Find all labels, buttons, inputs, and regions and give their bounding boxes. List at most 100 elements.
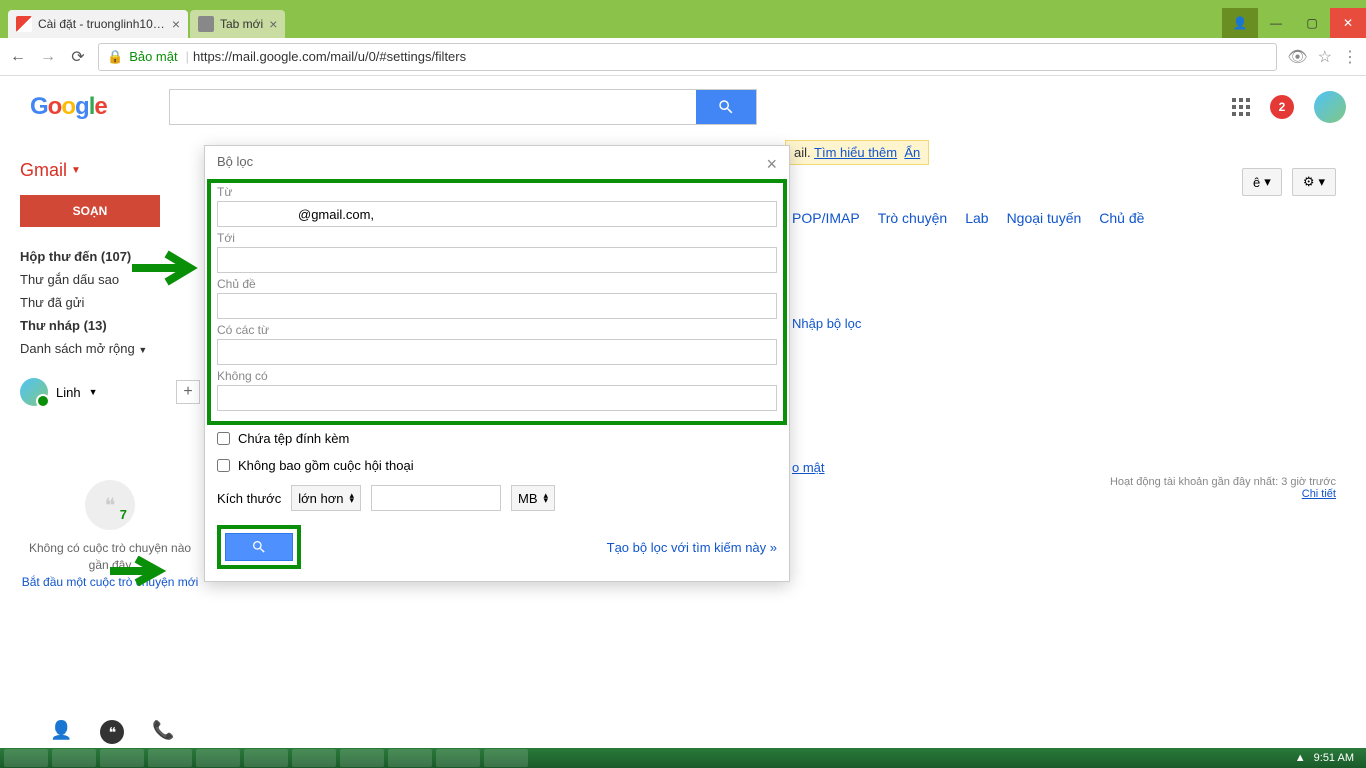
google-logo[interactable]: Google (30, 93, 107, 121)
filter-title: Bộ lọc (217, 154, 253, 175)
gmail-header: Google 2 (0, 76, 1366, 138)
chevron-down-icon: ▼ (138, 345, 147, 355)
filter-fields-highlight: Từ Tới Chủ đề Có các từ Không có (207, 179, 787, 425)
tab-offline[interactable]: Ngoại tuyến (1007, 210, 1082, 226)
learn-more-link[interactable]: Tìm hiểu thêm (814, 145, 897, 160)
url-input[interactable]: 🔒 Bảo mật | https://mail.google.com/mail… (98, 43, 1277, 71)
from-input[interactable] (217, 201, 777, 227)
menu-icon[interactable]: ⋮ (1342, 47, 1358, 67)
person-icon[interactable]: 👤 (50, 720, 72, 744)
settings-tabs: POP/IMAP Trò chuyện Lab Ngoại tuyến Chủ … (792, 210, 1144, 226)
size-value-input[interactable] (371, 485, 501, 511)
notification-badge[interactable]: 2 (1270, 95, 1294, 119)
close-icon[interactable]: × (172, 17, 180, 31)
annotation-arrow-icon (132, 250, 202, 286)
minimize-button[interactable]: — (1258, 8, 1294, 38)
taskbar-app-icon[interactable] (292, 749, 336, 767)
blank-favicon-icon (198, 16, 214, 32)
size-operator-select[interactable]: lớn hơn▴▾ (291, 485, 361, 511)
stepper-icon: ▴▾ (349, 493, 354, 504)
taskbar-app-icon[interactable] (388, 749, 432, 767)
hangouts-nav-icon[interactable]: ❝ (100, 720, 124, 744)
tab-lab[interactable]: Lab (965, 210, 988, 226)
address-bar: ← → ⟳ 🔒 Bảo mật | https://mail.google.co… (0, 38, 1366, 76)
subject-label: Chủ đề (217, 277, 777, 291)
tab-title: Cài đặt - truonglinh1092 (38, 17, 166, 31)
taskbar-app-icon[interactable] (100, 749, 144, 767)
exclude-chats-label: Không bao gồm cuộc hội thoại (238, 458, 414, 473)
filter-search-button[interactable] (225, 533, 293, 561)
taskbar-app-icon[interactable] (340, 749, 384, 767)
clock[interactable]: 9:51 AM (1314, 752, 1354, 764)
star-icon[interactable]: ☆ (1318, 47, 1332, 67)
taskbar: ▲ 9:51 AM (0, 748, 1366, 768)
partial-link[interactable]: o mật (792, 460, 825, 475)
search-input[interactable] (170, 90, 696, 124)
exclude-chats-checkbox[interactable] (217, 459, 230, 472)
tab-themes[interactable]: Chủ đề (1099, 210, 1144, 226)
reload-button[interactable]: ⟳ (68, 47, 88, 67)
eye-icon[interactable]: 👁 (1287, 47, 1307, 67)
language-button[interactable]: ê▾ (1242, 168, 1282, 196)
info-banner: ail. Tìm hiểu thêm Ẩn (785, 140, 929, 165)
chat-username[interactable]: Linh (56, 385, 81, 400)
sidebar-item-drafts[interactable]: Thư nháp (13) (20, 314, 200, 337)
taskbar-app-icon[interactable] (196, 749, 240, 767)
close-icon[interactable]: × (766, 154, 777, 175)
taskbar-app-icon[interactable] (244, 749, 288, 767)
start-button[interactable] (4, 749, 48, 767)
back-button[interactable]: ← (8, 47, 28, 67)
browser-tab-strip: Cài đặt - truonglinh1092 × Tab mới × 👤 —… (0, 8, 1366, 38)
create-filter-link[interactable]: Tạo bộ lọc với tìm kiếm này » (607, 540, 777, 555)
sidebar-item-sent[interactable]: Thư đã gửi (20, 291, 200, 314)
account-activity: Hoạt động tài khoản gần đây nhất: 3 giờ … (1110, 476, 1336, 500)
gmail-dropdown[interactable]: Gmail▼ (20, 160, 200, 181)
filter-dialog: Bộ lọc × Từ Tới Chủ đề Có các từ Không c… (204, 145, 790, 582)
close-icon[interactable]: × (269, 17, 277, 31)
chat-avatar[interactable] (20, 378, 48, 406)
browser-tab[interactable]: Cài đặt - truonglinh1092 × (8, 10, 188, 38)
tray-icon[interactable]: ▲ (1295, 752, 1306, 764)
phone-icon[interactable]: 📞 (152, 720, 174, 744)
browser-tab[interactable]: Tab mới × (190, 10, 285, 38)
tab-pop-imap[interactable]: POP/IMAP (792, 210, 860, 226)
has-attachment-label: Chứa tệp đính kèm (238, 431, 349, 446)
has-attachment-checkbox[interactable] (217, 432, 230, 445)
import-filter-link[interactable]: Nhập bộ lọc (792, 316, 861, 331)
tab-chat[interactable]: Trò chuyện (878, 210, 948, 226)
has-words-input[interactable] (217, 339, 777, 365)
subject-input[interactable] (217, 293, 777, 319)
user-window-icon[interactable]: 👤 (1222, 8, 1258, 38)
annotation-arrow-icon (110, 556, 170, 586)
gear-icon: ⚙ (1303, 174, 1315, 190)
size-label: Kích thước (217, 491, 281, 506)
compose-button[interactable]: SOẠN (20, 195, 160, 227)
maximize-button[interactable]: ▢ (1294, 8, 1330, 38)
chevron-down-icon: ▾ (1318, 174, 1325, 190)
hide-link[interactable]: Ẩn (904, 145, 920, 160)
to-input[interactable] (217, 247, 777, 273)
has-words-label: Có các từ (217, 323, 777, 337)
search-icon (717, 98, 735, 116)
taskbar-app-icon[interactable] (52, 749, 96, 767)
to-label: Tới (217, 231, 777, 245)
avatar[interactable] (1314, 91, 1346, 123)
taskbar-app-icon[interactable] (436, 749, 480, 767)
sidebar-expand[interactable]: Danh sách mở rộng ▼ (20, 337, 200, 360)
chevron-down-icon[interactable]: ▼ (89, 387, 98, 397)
search-button-highlight (217, 525, 301, 569)
settings-button[interactable]: ⚙▾ (1292, 168, 1336, 196)
not-has-input[interactable] (217, 385, 777, 411)
forward-button[interactable]: → (38, 47, 58, 67)
size-unit-select[interactable]: MB▴▾ (511, 485, 555, 511)
taskbar-app-icon[interactable] (484, 749, 528, 767)
from-label: Từ (217, 185, 777, 199)
activity-detail-link[interactable]: Chi tiết (1302, 488, 1336, 500)
hangouts-icon[interactable]: ❝7 (85, 480, 135, 530)
apps-icon[interactable] (1232, 98, 1250, 116)
close-window-button[interactable]: ✕ (1330, 8, 1366, 38)
taskbar-app-icon[interactable] (148, 749, 192, 767)
search-button[interactable] (696, 90, 756, 124)
search-box (169, 89, 757, 125)
add-contact-button[interactable]: + (176, 380, 200, 404)
